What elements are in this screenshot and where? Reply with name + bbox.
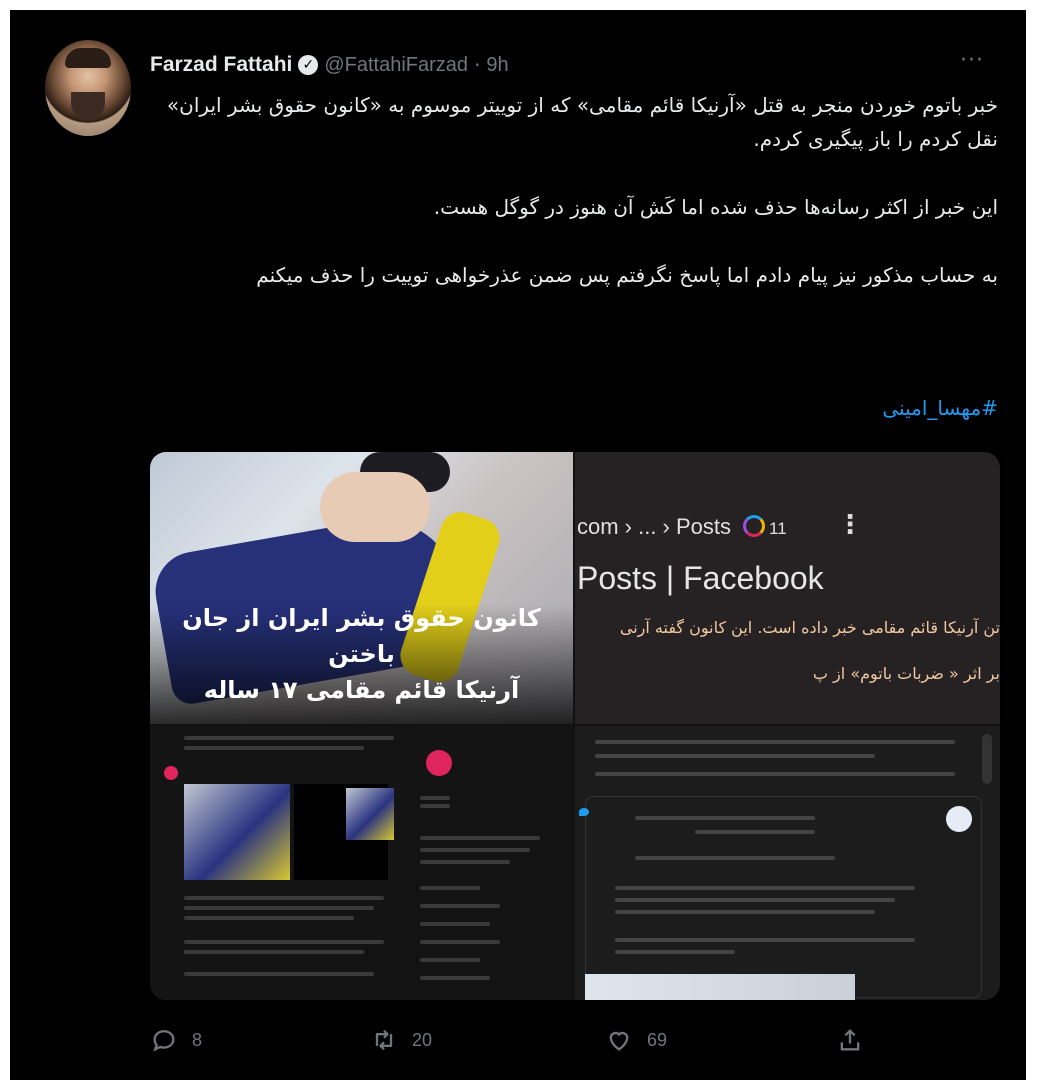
media-image-tweet-screenshot[interactable]	[575, 726, 1000, 1000]
face-shape	[320, 472, 430, 542]
verified-badge-icon: ✓	[298, 55, 319, 75]
author-name[interactable]: Farzad Fattahi	[150, 53, 292, 77]
like-count: 69	[647, 1029, 668, 1050]
scrollbar	[982, 734, 992, 784]
more-icon[interactable]: ···	[960, 48, 984, 73]
tweet-header: Farzad Fattahi ✓ @FattahiFarzad · 9h	[150, 50, 509, 80]
media-image-hospital[interactable]: کانون حقوق بشر ایران از جان باختن آرنیکا…	[150, 452, 573, 724]
search-snippet-line-1: تن آرنیکا قائم مقامی خبر داده است. این ک…	[619, 618, 1000, 637]
like-button[interactable]: 69	[605, 1026, 667, 1054]
bird-icon	[579, 808, 589, 816]
profile-logo-icon	[426, 750, 452, 776]
image-caption: کانون حقوق بشر ایران از جان باختن آرنیکا…	[158, 600, 565, 708]
thumbnail-image	[184, 784, 290, 880]
media-image-search-result[interactable]: com › ... › Posts 11 ⋮ Posts | Facebook ت…	[575, 452, 1000, 724]
media-grid[interactable]: کانون حقوق بشر ایران از جان باختن آرنیکا…	[150, 452, 1000, 1000]
tweet-time[interactable]: 9h	[486, 54, 508, 77]
record-dot-icon	[164, 766, 178, 780]
author-handle[interactable]: @FattahiFarzad	[324, 54, 468, 77]
search-snippet-line-2: بر اثر « ضربات باتوم» از پ	[812, 664, 1000, 683]
reply-count: 8	[192, 1029, 203, 1050]
reply-button[interactable]: 8	[150, 1026, 202, 1054]
embedded-image	[585, 974, 855, 1000]
share-icon	[840, 1029, 860, 1051]
search-breadcrumb: com › ... › Posts 11	[577, 514, 787, 540]
breadcrumb-text: com › ... › Posts	[577, 514, 732, 539]
search-result-title: Posts | Facebook	[577, 560, 824, 596]
ring-icon	[743, 515, 766, 537]
retweet-icon	[375, 1029, 393, 1051]
breadcrumb-count: 11	[769, 519, 787, 538]
like-icon	[609, 1031, 629, 1051]
tweet-paragraph-1: خبر باتوم خوردن منجر به قتل «آرنیکا قائم…	[166, 93, 998, 151]
avatar[interactable]	[45, 40, 131, 136]
image-caption-line-2: آرنیکا قائم مقامی ۱۷ ساله	[203, 676, 520, 704]
retweet-button[interactable]: 20	[370, 1026, 432, 1054]
hashtag-link[interactable]: #مهسا_امینی	[150, 396, 998, 420]
tweet-actions: 8 20 69	[150, 1026, 1000, 1066]
thumbnail-image-small	[346, 788, 394, 840]
retweet-count: 20	[412, 1029, 433, 1050]
tweet-text: خبر باتوم خوردن منجر به قتل «آرنیکا قائم…	[150, 88, 998, 326]
separator: ·	[474, 53, 481, 77]
media-image-profile-screenshot[interactable]	[150, 726, 573, 1000]
avatar-hair	[65, 48, 111, 68]
reply-icon	[153, 1030, 175, 1052]
tweet-paragraph-3: به حساب مذکور نیز پیام دادم اما پاسخ نگر…	[256, 263, 998, 287]
kebab-menu-icon: ⋮	[837, 510, 863, 540]
embedded-avatar	[946, 806, 972, 832]
image-caption-line-1: کانون حقوق بشر ایران از جان باختن	[182, 604, 541, 668]
tweet-paragraph-2: این خبر از اکثر رسانه‌ها حذف شده اما کَش…	[433, 195, 998, 219]
avatar-beard	[71, 92, 105, 120]
share-button[interactable]	[836, 1026, 878, 1054]
embedded-tweet-card	[585, 796, 982, 998]
